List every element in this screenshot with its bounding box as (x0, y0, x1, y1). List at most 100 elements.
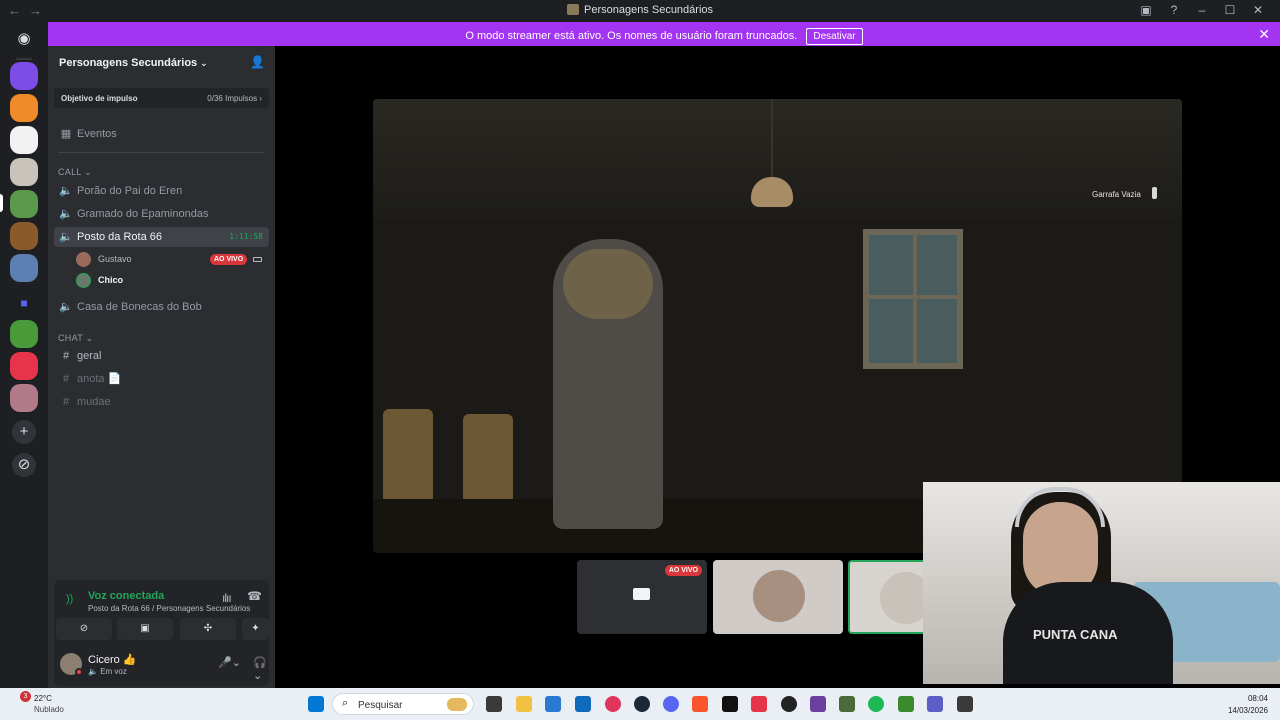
opera-icon[interactable] (605, 696, 621, 712)
app-icon[interactable] (781, 696, 797, 712)
maximize-button[interactable]: ☐ (1216, 3, 1244, 17)
character-hair (563, 249, 653, 319)
voice-channel[interactable]: 🔈 Casa de Bonecas do Bob (54, 297, 269, 317)
minimize-button[interactable]: – (1188, 3, 1216, 17)
lamp-cord (771, 99, 773, 179)
file-explorer-icon[interactable] (516, 696, 532, 712)
spotify-icon[interactable] (868, 696, 884, 712)
window-frame (863, 295, 963, 299)
boost-goal[interactable]: Objetivo de impulso 0/36 Impulsos › (54, 88, 269, 108)
close-button[interactable]: ✕ (1244, 3, 1272, 17)
discord-icon[interactable] (663, 696, 679, 712)
channel-name: Gramado do Epaminondas (77, 208, 209, 220)
bottle-icon (1152, 187, 1157, 199)
server-icon-1[interactable] (10, 62, 38, 90)
inbox-icon[interactable]: ▣ (1132, 3, 1160, 17)
signal-icon[interactable]: )) (66, 593, 73, 605)
current-user-name[interactable]: Cicero 👍 (88, 653, 137, 666)
discord-home-icon[interactable]: ◉ (10, 25, 38, 53)
voice-status[interactable]: Voz conectada (88, 590, 164, 602)
taskbar-clock[interactable]: 08:04 14/03/2026 (1228, 693, 1268, 717)
microphone-icon[interactable]: 🎤⌄ (218, 656, 241, 669)
explore-icon[interactable]: ⊘ (12, 453, 36, 477)
text-channel[interactable]: # mudae (54, 392, 269, 412)
voice-channel[interactable]: 🔈 Gramado do Epaminondas (54, 204, 269, 224)
server-icon-4[interactable] (10, 158, 38, 186)
server-icon-6[interactable] (10, 222, 38, 250)
app-icon[interactable] (810, 696, 826, 712)
store-icon[interactable] (545, 696, 561, 712)
brave-icon[interactable] (692, 696, 708, 712)
steam-icon[interactable] (634, 696, 650, 712)
teams-icon[interactable] (927, 696, 943, 712)
weather-condition[interactable]: Nublado (34, 705, 64, 714)
headphones-icon[interactable]: 🎧⌄ (253, 656, 269, 682)
time: 08:04 (1247, 694, 1268, 703)
boost-label: Objetivo de impulso (61, 94, 138, 103)
help-icon[interactable]: ? (1160, 3, 1188, 17)
weather-temp[interactable]: 22°C (34, 694, 52, 703)
server-icon-7[interactable] (10, 254, 38, 282)
category-call[interactable]: CALL ⌄ (58, 167, 92, 178)
voice-user[interactable]: Gustavo AO VIVO (76, 250, 265, 268)
active-server-indicator (0, 194, 3, 212)
disconnect-icon[interactable]: ☎ (247, 589, 262, 603)
start-icon[interactable] (308, 696, 324, 712)
title-bar: ←→ Personagens Secundários ▣? – ☐ ✕ (0, 0, 1280, 22)
avatar (76, 273, 91, 288)
disable-streamer-button[interactable]: Desativar (806, 28, 863, 45)
tiktok-icon[interactable] (722, 696, 738, 712)
voice-channel-active[interactable]: 🔈 Posto da Rota 66 1:11:58 (54, 227, 269, 247)
server-icon-8[interactable] (10, 320, 38, 348)
server-name: Personagens Secundários (59, 57, 198, 69)
user-panel: Cicero 👍 🔈 Em voz 🎤⌄ 🎧⌄ ⚙ (54, 650, 302, 684)
share-screen-button[interactable]: ▣ (117, 618, 173, 640)
divider (58, 152, 265, 153)
voice-channel-path[interactable]: Posto da Rota 66 / Personagens Secundári… (88, 604, 250, 613)
speaker-icon: 🔈 (59, 208, 73, 220)
server-icon-active[interactable] (10, 190, 38, 218)
outlook-icon[interactable] (575, 696, 591, 712)
date: 14/03/2026 (1227, 706, 1268, 715)
app-icon[interactable] (839, 696, 855, 712)
soundboard-icon: ✦ (251, 623, 260, 634)
server-header[interactable]: Personagens Secundários ⌄ 👤 (48, 46, 275, 80)
noise-suppression-icon[interactable]: ılıı (222, 591, 232, 605)
participant-tile-speaking[interactable] (848, 560, 928, 634)
monitor-icon (633, 588, 650, 600)
text-channel[interactable]: # geral (54, 346, 269, 366)
rail-separator (16, 58, 32, 60)
folder-icon[interactable]: ■ (10, 289, 38, 317)
participant-avatar (880, 572, 926, 624)
server-icon-10[interactable] (10, 384, 38, 412)
category-chat[interactable]: CHAT ⌄ (58, 333, 94, 344)
voice-channel[interactable]: 🔈 Porão do Pai do Eren (54, 181, 269, 201)
camera-button[interactable]: ⊘ (56, 618, 112, 640)
search-highlight-icon (447, 698, 467, 711)
soundboard-button[interactable]: ✦ (242, 618, 269, 640)
stream-thumbnail[interactable]: AO VIVO (577, 560, 707, 634)
window-frame (913, 229, 917, 369)
channel-name: Casa de Bonecas do Bob (77, 301, 202, 313)
task-view-icon[interactable] (486, 696, 502, 712)
speaker-icon: 🔈 (59, 301, 73, 313)
activities-button[interactable]: ✣ (180, 618, 236, 640)
speaker-icon: 🔈 (59, 231, 73, 243)
chevron-down-icon: ⌄ (200, 58, 208, 68)
text-channel[interactable]: # anota 📄 (54, 369, 269, 389)
app-icon[interactable] (957, 696, 973, 712)
server-icon-2[interactable] (10, 94, 38, 122)
events-item[interactable]: ▦ Eventos (54, 124, 269, 144)
banner-close-icon[interactable]: ✕ (1258, 26, 1270, 43)
participant-tile[interactable] (713, 560, 843, 634)
server-icon-3[interactable] (10, 126, 38, 154)
server-icon-9[interactable] (10, 352, 38, 380)
minecraft-icon[interactable] (898, 696, 914, 712)
voice-user[interactable]: Chico (76, 271, 265, 289)
avatar (76, 252, 91, 267)
taskbar-search[interactable]: ⌕ Pesquisar (332, 693, 474, 715)
invite-icon[interactable]: 👤 (250, 55, 265, 69)
add-server-icon[interactable]: + (12, 420, 36, 444)
windows-taskbar: 3 22°C Nublado ⌕ Pesquisar 08:04 14/03/2… (0, 688, 1280, 720)
app-icon[interactable] (751, 696, 767, 712)
